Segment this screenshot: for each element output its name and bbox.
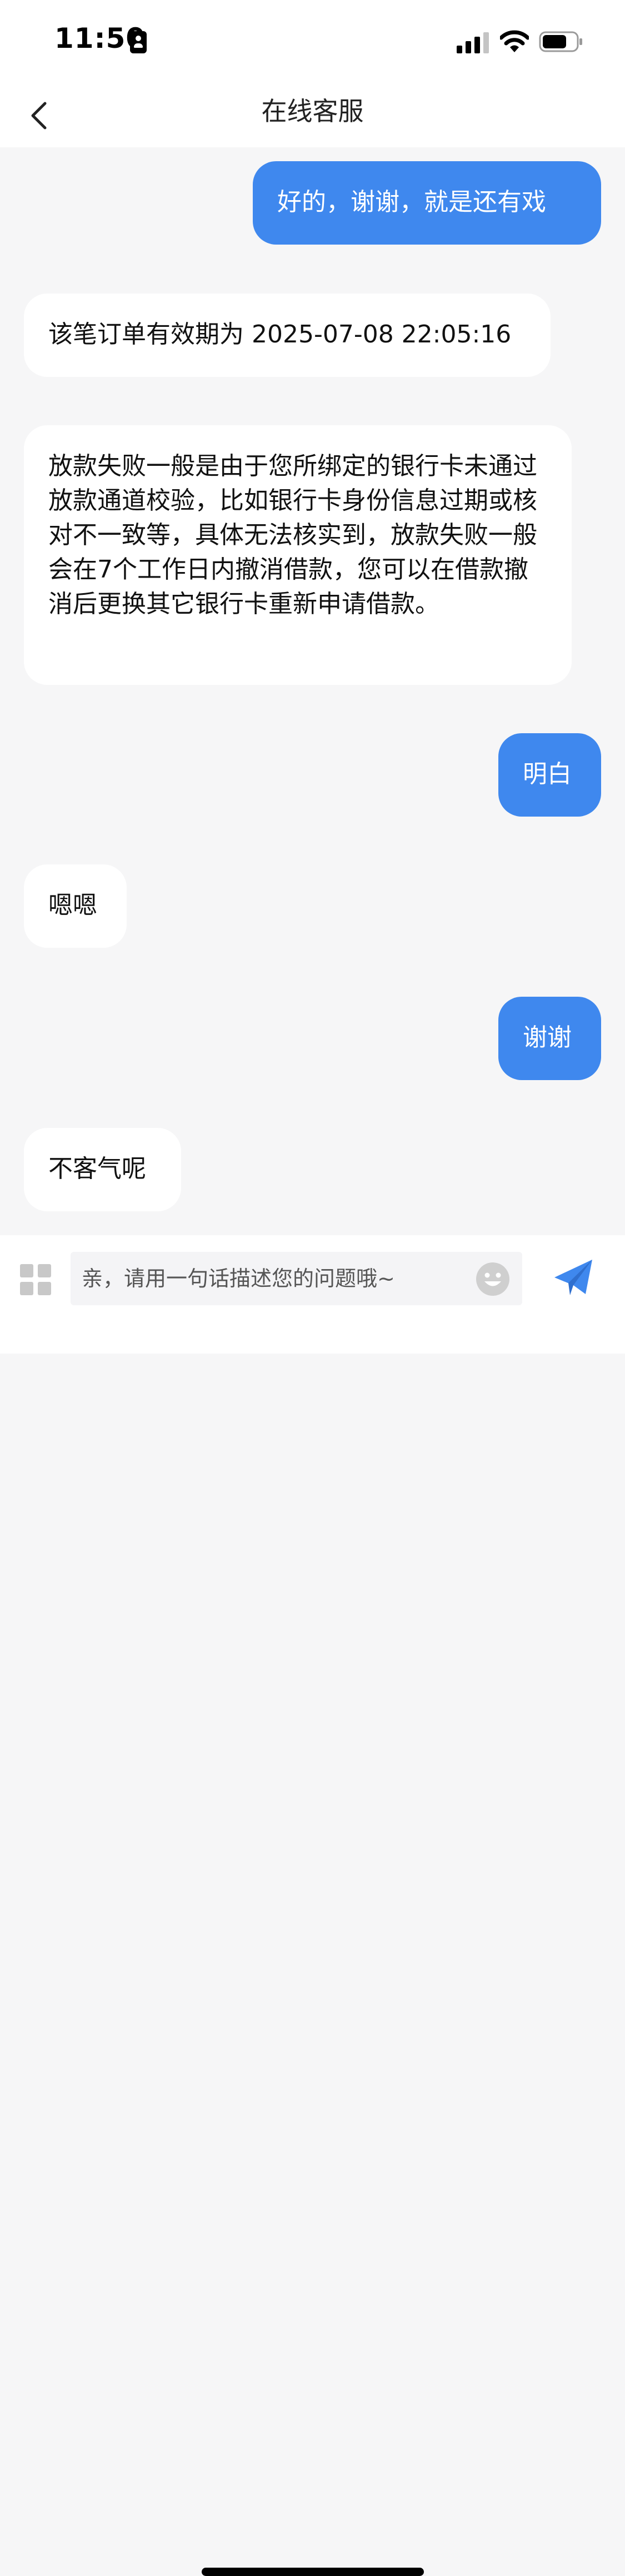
message-bubble-agent: 放款失败一般是由于您所绑定的银行卡未通过放款通道校验，比如银行卡身份信息过期或核…	[24, 425, 572, 685]
emoji-icon[interactable]	[476, 1262, 510, 1296]
wifi-icon	[500, 30, 529, 52]
message-bubble-agent: 嗯嗯	[24, 864, 127, 948]
home-indicator	[202, 2568, 424, 2576]
battery-icon	[539, 31, 582, 52]
message-bubble-user: 明白	[498, 733, 601, 817]
grid-menu-icon[interactable]	[20, 1264, 51, 1295]
message-input[interactable]	[71, 1252, 522, 1305]
grid-cell	[38, 1264, 51, 1277]
grid-cell	[20, 1282, 33, 1295]
grid-cell	[38, 1282, 51, 1295]
message-input-bar	[0, 1235, 625, 2576]
cellular-signal-icon	[457, 32, 489, 53]
nav-header: 在线客服	[0, 83, 625, 147]
page-title: 在线客服	[261, 96, 364, 126]
message-bubble-user: 谢谢	[498, 997, 601, 1080]
chat-message-list[interactable]: 好的，谢谢，就是还有戏 该笔订单有效期为 2025-07-08 22:05:16…	[0, 147, 625, 1234]
status-bar: 11:50	[0, 0, 625, 83]
message-bubble-user: 好的，谢谢，就是还有戏	[253, 161, 601, 245]
message-bubble-agent: 该笔订单有效期为 2025-07-08 22:05:16	[24, 294, 551, 377]
message-bubble-agent: 不客气呢	[24, 1128, 181, 1211]
id-card-icon	[130, 31, 147, 53]
grid-cell	[20, 1264, 33, 1277]
paper-plane-icon[interactable]	[553, 1259, 593, 1296]
